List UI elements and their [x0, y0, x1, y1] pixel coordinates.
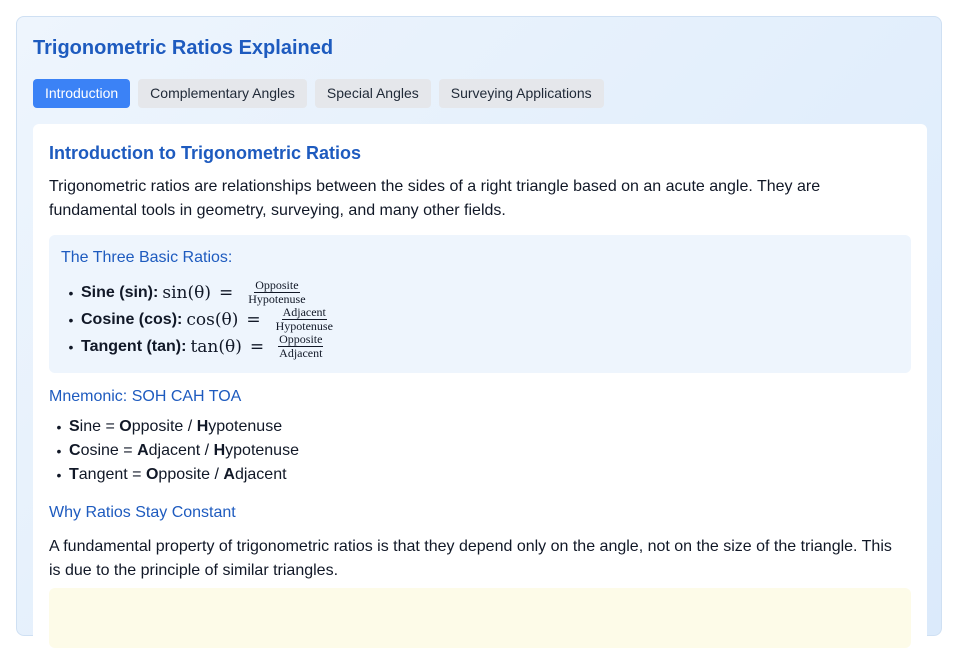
ratio-formula: sin(θ) = Opposite Hypotenuse [162, 279, 306, 306]
ratio-formula: tan(θ) = Opposite Adjacent [190, 332, 324, 360]
mnemonic-item-cah: • Cosine = Adjacent / Hypotenuse [49, 439, 299, 463]
mnemonic-item-soh: • Sine = Opposite / Hypotenuse [49, 415, 299, 439]
app-window: Trigonometric Ratios Explained Introduct… [16, 16, 942, 648]
mnemonic-text: Sine = Opposite / Hypotenuse [69, 418, 283, 435]
ratio-list: • Sine (sin): sin(θ) = Opposite Hypotenu… [61, 279, 334, 360]
bullet-icon: • [68, 338, 74, 355]
section-heading: Introduction to Trigonometric Ratios [49, 143, 361, 163]
bullet-icon: • [56, 419, 62, 435]
ratio-item-sine: • Sine (sin): sin(θ) = Opposite Hypotenu… [61, 279, 334, 306]
ratio-fraction: Opposite Adjacent [278, 332, 324, 360]
bullet-icon: • [56, 443, 62, 459]
fraction-numerator: Adjacent [281, 305, 327, 320]
tab-complementary-angles[interactable]: Complementary Angles [138, 79, 307, 108]
basic-ratios-box: The Three Basic Ratios: • Sine (sin): si… [49, 235, 911, 373]
constant-heading: Why Ratios Stay Constant [49, 504, 236, 521]
fraction-numerator: Opposite [254, 278, 300, 293]
ratio-item-tangent: • Tangent (tan): tan(θ) = Opposite Adjac… [61, 333, 334, 360]
ratio-fraction: Adjacent Hypotenuse [275, 306, 334, 333]
ratio-func: cos(θ) [186, 309, 239, 330]
tab-bar: Introduction Complementary Angles Specia… [33, 79, 604, 108]
ratio-name: Cosine (cos): [81, 310, 183, 328]
ratio-item-cosine: • Cosine (cos): cos(θ) = Adjacent Hypote… [61, 306, 334, 333]
basic-ratios-heading: The Three Basic Ratios: [61, 249, 233, 266]
ratio-name: Tangent (tan): [81, 337, 187, 355]
equals-sign: = [218, 282, 234, 303]
mnemonic-text: Tangent = Opposite / Adjacent [69, 466, 287, 483]
ratio-func: sin(θ) [162, 282, 211, 303]
constant-paragraph: A fundamental property of trigonometric … [49, 538, 892, 579]
note-box [49, 588, 911, 648]
mnemonic-item-toa: • Tangent = Opposite / Adjacent [49, 463, 299, 487]
ratio-fraction: Opposite Hypotenuse [247, 279, 306, 306]
ratio-formula: cos(θ) = Adjacent Hypotenuse [186, 306, 334, 333]
mnemonic-heading: Mnemonic: SOH CAH TOA [49, 388, 242, 405]
equals-sign: = [249, 336, 265, 357]
tab-surveying-applications[interactable]: Surveying Applications [438, 79, 604, 108]
ratio-func: tan(θ) [190, 336, 242, 357]
intro-paragraph: Trigonometric ratios are relationships b… [49, 178, 821, 219]
bullet-icon: • [56, 467, 62, 483]
fraction-numerator: Opposite [278, 332, 324, 347]
equals-sign: = [246, 309, 261, 330]
bullet-icon: • [68, 284, 74, 301]
fraction-denominator: Adjacent [279, 346, 323, 360]
bullet-icon: • [68, 311, 74, 328]
ratio-name: Sine (sin): [81, 283, 159, 301]
tab-special-angles[interactable]: Special Angles [314, 79, 431, 108]
mnemonic-text: Cosine = Adjacent / Hypotenuse [69, 442, 299, 459]
page-title: Trigonometric Ratios Explained [33, 37, 334, 59]
mnemonic-list: • Sine = Opposite / Hypotenuse • Cosine … [49, 415, 299, 487]
content-panel: Introduction to Trigonometric Ratios Tri… [33, 124, 927, 648]
tab-introduction[interactable]: Introduction [33, 79, 131, 108]
